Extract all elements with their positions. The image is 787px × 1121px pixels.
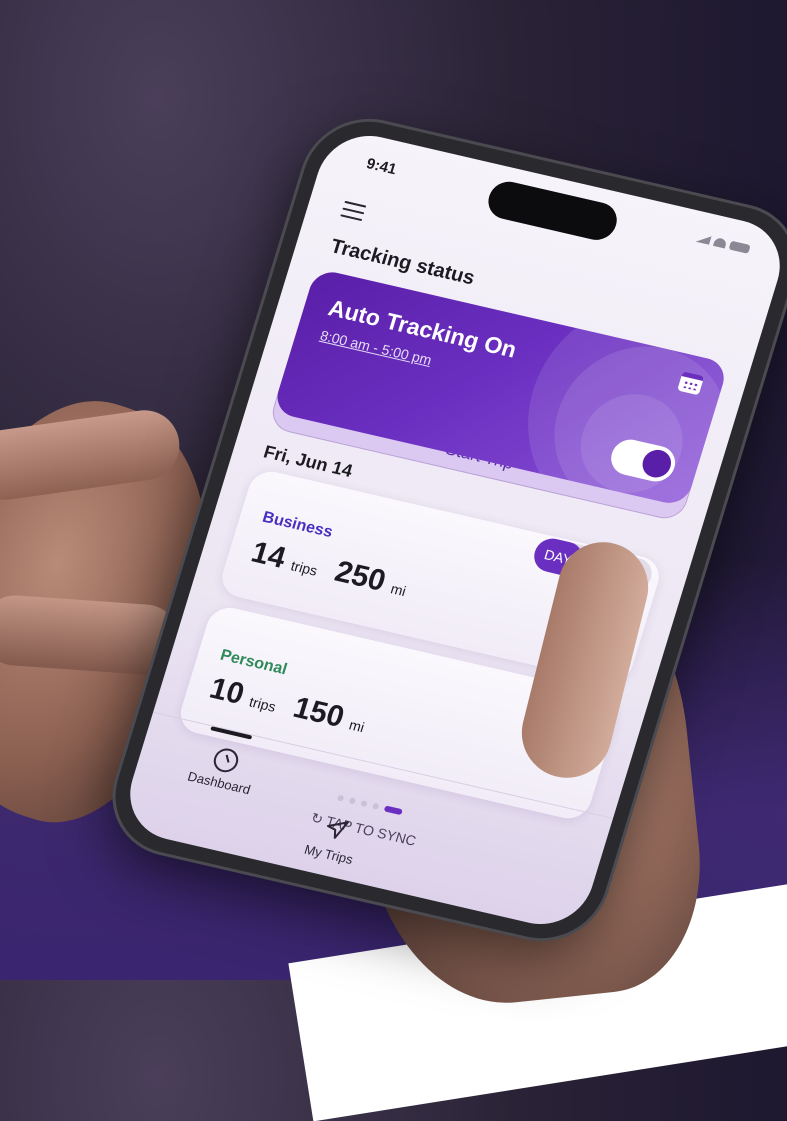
menu-icon[interactable] (340, 200, 367, 222)
tab-label: Dashboard (185, 768, 253, 798)
trip-count: 10 (205, 671, 249, 711)
trip-unit: trips (247, 693, 278, 715)
mileage-unit: mi (388, 580, 408, 600)
dynamic-island (483, 177, 622, 244)
signal-icon (695, 233, 711, 245)
status-time: 9:41 (364, 155, 399, 179)
tab-dashboard[interactable]: Dashboard (178, 740, 269, 799)
trip-count: 14 (247, 535, 290, 575)
toggle-knob (639, 447, 675, 481)
mileage: 250 (331, 554, 390, 598)
mileage-unit: mi (347, 716, 367, 736)
mileage: 150 (289, 691, 348, 734)
stat-row: 14 trips 250 mi (247, 536, 421, 607)
trip-unit: trips (288, 557, 320, 579)
status-icons (695, 233, 751, 254)
wifi-icon (712, 237, 728, 249)
category-label: Business (260, 508, 335, 542)
gauge-icon (210, 746, 242, 775)
navigation-arrow-icon (326, 821, 349, 839)
battery-icon (728, 240, 751, 254)
tab-my-trips[interactable]: My Trips (288, 808, 379, 870)
tab-label: My Trips (302, 841, 355, 868)
